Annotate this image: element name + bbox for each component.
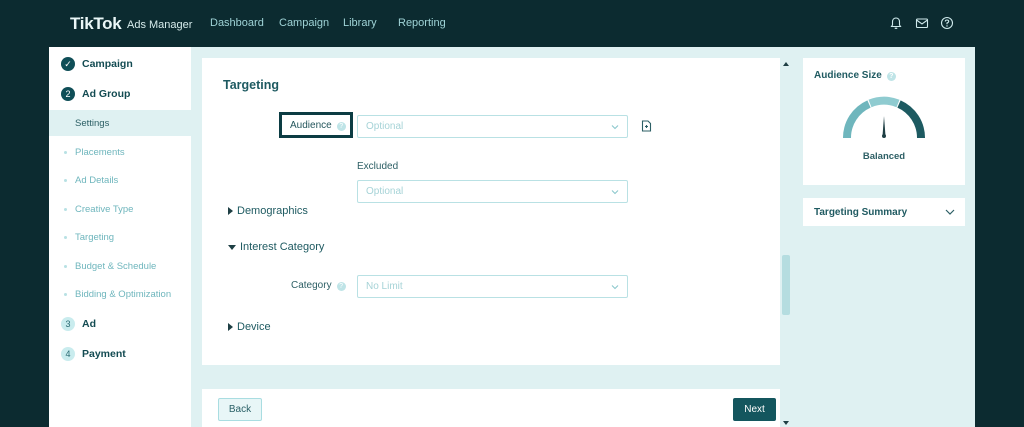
new-audience-icon[interactable] (641, 120, 652, 132)
demographics-toggle[interactable]: Demographics (228, 205, 308, 217)
sidebar-item-placements[interactable]: Placements (49, 139, 191, 165)
caret-down-icon (228, 244, 236, 250)
footer-bar: Back Next (202, 389, 780, 427)
brand-logo[interactable]: TikTok (70, 14, 122, 34)
scrollbar-track[interactable] (781, 58, 791, 427)
sidebar-item-bidding-optimization[interactable]: Bidding & Optimization (49, 281, 191, 307)
toggle-label: Demographics (237, 205, 308, 217)
help-icon[interactable]: ? (336, 122, 346, 131)
scroll-up-icon[interactable] (783, 62, 789, 66)
step-label: Campaign (82, 58, 133, 70)
sidebar-item-label: Settings (75, 117, 110, 129)
chevron-down-icon (611, 285, 619, 290)
help-icon[interactable]: ? (886, 72, 896, 81)
top-bar: TikTok Ads Manager Dashboard Campaign Li… (0, 0, 1024, 47)
toggle-label: Interest Category (240, 241, 325, 253)
sidebar-item-label: Placements (75, 146, 125, 158)
caret-right-icon (228, 323, 233, 331)
targeting-summary-title: Targeting Summary (814, 207, 908, 218)
sidebar-item-ad-details[interactable]: Ad Details (49, 167, 191, 193)
sidebar-item-settings[interactable]: Settings (49, 110, 191, 136)
gauge-needle (882, 116, 886, 136)
step-label: Payment (82, 348, 126, 360)
excluded-label: Excluded (357, 161, 399, 172)
sidebar: ✓ Campaign 2 Ad Group Settings Placement… (49, 47, 191, 427)
step-badge: 4 (61, 347, 75, 361)
audience-select[interactable]: Optional (357, 115, 628, 138)
audience-gauge (842, 96, 926, 139)
sidebar-item-label: Ad Details (75, 174, 119, 186)
sidebar-item-label: Budget & Schedule (75, 260, 157, 272)
nav-dashboard[interactable]: Dashboard (210, 17, 264, 29)
category-label: Category? (291, 280, 346, 291)
step-ad-group[interactable]: 2 Ad Group (61, 86, 130, 102)
sidebar-item-budget-schedule[interactable]: Budget & Schedule (49, 253, 191, 279)
audience-placeholder: Optional (366, 121, 404, 132)
sidebar-item-label: Creative Type (75, 203, 134, 215)
step-label: Ad Group (82, 88, 131, 100)
category-select[interactable]: No Limit (357, 275, 628, 298)
help-circle-icon[interactable] (940, 16, 954, 30)
scrollbar-thumb[interactable] (782, 255, 790, 315)
caret-right-icon (228, 207, 233, 215)
sidebar-item-label: Bidding & Optimization (75, 288, 172, 300)
check-icon: ✓ (61, 57, 75, 71)
excluded-audience-select[interactable]: Optional (357, 180, 628, 203)
bullet-icon (64, 178, 67, 182)
bell-icon[interactable] (889, 16, 903, 30)
chevron-down-icon (945, 209, 955, 215)
audience-label-highlight: Audience? (279, 112, 353, 138)
audience-status: Balanced (862, 151, 906, 162)
sidebar-item-creative-type[interactable]: Creative Type (49, 196, 191, 222)
audience-label: Audience? (290, 120, 346, 131)
nav-library[interactable]: Library (343, 17, 377, 29)
sidebar-item-label: Targeting (75, 231, 115, 243)
nav-campaign[interactable]: Campaign (279, 17, 329, 29)
inbox-icon[interactable] (915, 16, 929, 30)
nav-reporting[interactable]: Reporting (398, 17, 446, 29)
next-button[interactable]: Next (733, 398, 776, 421)
step-ad[interactable]: 3 Ad (61, 316, 96, 332)
bullet-icon (64, 207, 67, 211)
interest-category-toggle[interactable]: Interest Category (228, 241, 324, 253)
category-value: No Limit (366, 281, 403, 292)
bullet-icon (64, 264, 67, 268)
audience-size-card: Audience Size? Balanced (803, 58, 965, 185)
bullet-icon (64, 235, 67, 239)
excluded-placeholder: Optional (366, 186, 404, 197)
sidebar-item-targeting[interactable]: Targeting (49, 224, 191, 250)
bullet-icon (64, 292, 67, 296)
step-payment[interactable]: 4 Payment (61, 346, 126, 362)
step-label: Ad (82, 318, 96, 330)
scroll-down-icon[interactable] (783, 421, 789, 425)
help-icon[interactable]: ? (336, 282, 346, 291)
device-toggle[interactable]: Device (228, 321, 271, 333)
step-badge: 2 (61, 87, 75, 101)
targeting-summary-card[interactable]: Targeting Summary (803, 198, 965, 226)
section-title: Targeting (223, 78, 280, 92)
back-button[interactable]: Back (218, 398, 262, 421)
audience-size-title: Audience Size? (814, 70, 896, 81)
chevron-down-icon (611, 190, 619, 195)
bullet-icon (64, 150, 67, 154)
step-badge: 3 (61, 317, 75, 331)
brand-product: Ads Manager (127, 19, 193, 31)
targeting-panel: Targeting Audience? Optional Excluded Op… (202, 58, 780, 365)
toggle-label: Device (237, 321, 271, 333)
step-campaign[interactable]: ✓ Campaign (61, 56, 133, 72)
chevron-down-icon (611, 125, 619, 130)
